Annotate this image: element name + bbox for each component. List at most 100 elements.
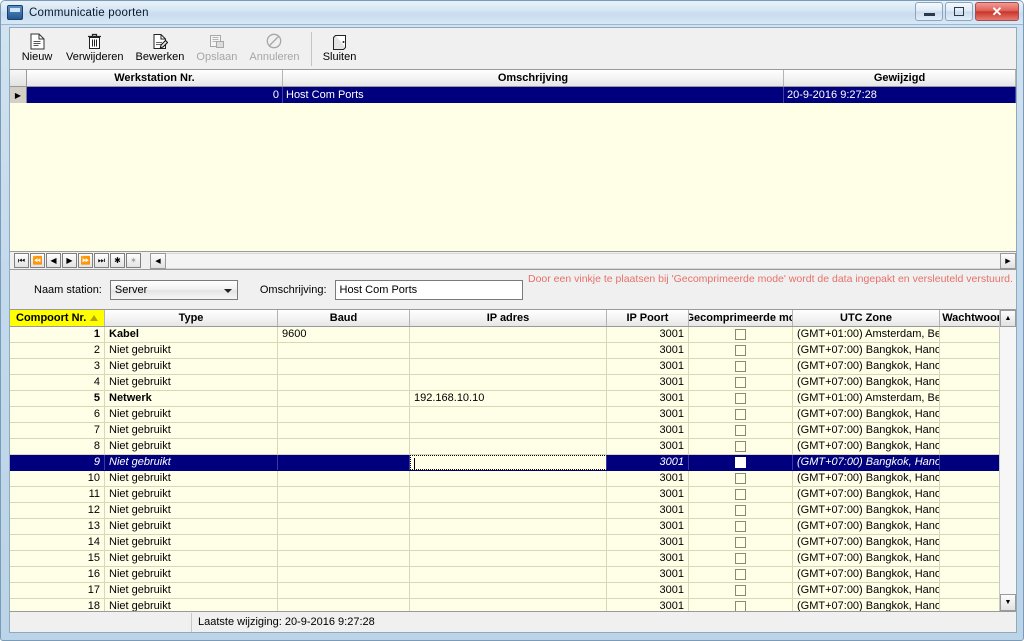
cell-baud[interactable]: [278, 407, 410, 422]
cell-ip[interactable]: [410, 567, 607, 582]
cell-ip[interactable]: [410, 375, 607, 390]
cell-nr[interactable]: 13: [10, 519, 105, 534]
table-row[interactable]: 6 Niet gebruikt 3001 (GMT+07:00) Bangkok, H…: [10, 407, 1016, 423]
cell-compressed[interactable]: [689, 375, 793, 390]
compressed-mode-checkbox[interactable]: [735, 393, 746, 404]
compressed-mode-checkbox[interactable]: [735, 441, 746, 452]
cell-baud[interactable]: [278, 487, 410, 502]
vscroll-track[interactable]: [1000, 327, 1016, 594]
table-row[interactable]: 10 Niet gebruikt 3001 (GMT+07:00) Bangkok, …: [10, 471, 1016, 487]
column-header-baud[interactable]: Baud: [278, 310, 410, 326]
table-row[interactable]: 13 Niet gebruikt 3001 (GMT+07:00) Bangkok, …: [10, 519, 1016, 535]
cell-compressed[interactable]: [689, 455, 793, 470]
cell-poort[interactable]: 3001: [607, 519, 689, 534]
cell-type[interactable]: Niet gebruikt: [105, 551, 278, 566]
cell-ip[interactable]: [410, 359, 607, 374]
cell-utc[interactable]: (GMT+07:00) Bangkok, Hanoi, Jak: [793, 519, 940, 534]
cell-type[interactable]: Niet gebruikt: [105, 519, 278, 534]
cell-baud[interactable]: [278, 375, 410, 390]
cell-baud[interactable]: [278, 583, 410, 598]
cell-poort[interactable]: 3001: [607, 535, 689, 550]
cell-utc[interactable]: (GMT+07:00) Bangkok, Hanoi, Jak: [793, 343, 940, 358]
cell-compressed[interactable]: [689, 583, 793, 598]
column-header-utc[interactable]: UTC Zone: [793, 310, 940, 326]
table-row[interactable]: 9 Niet gebruikt 3001 (GMT+07:00) Bangkok, H…: [10, 455, 1016, 471]
cell-ip[interactable]: [410, 343, 607, 358]
cell-nr[interactable]: 7: [10, 423, 105, 438]
cell-nr[interactable]: 10: [10, 471, 105, 486]
table-row[interactable]: 15 Niet gebruikt 3001 (GMT+07:00) Bangkok, …: [10, 551, 1016, 567]
cell-compressed[interactable]: [689, 439, 793, 454]
column-header-werkstation-nr[interactable]: Werkstation Nr.: [27, 70, 283, 86]
vscroll-down-arrow-icon[interactable]: ▼: [1000, 594, 1016, 611]
cell-nr[interactable]: 17: [10, 583, 105, 598]
compressed-mode-checkbox[interactable]: [735, 377, 746, 388]
cell-poort[interactable]: 3001: [607, 567, 689, 582]
cell-utc[interactable]: (GMT+07:00) Bangkok, Hanoi, Jak: [793, 375, 940, 390]
cell-utc[interactable]: (GMT+07:00) Bangkok, Hanoi, Jak: [793, 423, 940, 438]
cell-ip[interactable]: [410, 535, 607, 550]
table-row[interactable]: 2 Niet gebruikt 3001 (GMT+07:00) Bangkok, H…: [10, 343, 1016, 359]
cell-baud[interactable]: [278, 567, 410, 582]
cell-type[interactable]: Niet gebruikt: [105, 455, 278, 470]
cell-nr[interactable]: 5: [10, 391, 105, 406]
cell-poort[interactable]: 3001: [607, 407, 689, 422]
cell-utc[interactable]: (GMT+07:00) Bangkok, Hanoi, Jak: [793, 583, 940, 598]
cell-compressed[interactable]: [689, 359, 793, 374]
cell-type[interactable]: Niet gebruikt: [105, 471, 278, 486]
cell-compressed[interactable]: [689, 343, 793, 358]
workstation-grid[interactable]: Werkstation Nr. Omschrijving Gewijzigd ▶…: [10, 70, 1016, 252]
cell-utc[interactable]: (GMT+07:00) Bangkok, Hanoi, Jak: [793, 503, 940, 518]
table-row[interactable]: 11 Niet gebruikt 3001 (GMT+07:00) Bangkok, …: [10, 487, 1016, 503]
cell-ip[interactable]: [410, 503, 607, 518]
cell-nr[interactable]: 2: [10, 343, 105, 358]
cell-nr[interactable]: 18: [10, 599, 105, 611]
cell-ip[interactable]: [410, 471, 607, 486]
cell-ip[interactable]: [410, 599, 607, 611]
toolbar-button-verwijderen[interactable]: Verwijderen: [60, 30, 129, 68]
cell-ip[interactable]: [410, 327, 607, 342]
compressed-mode-checkbox[interactable]: [735, 457, 746, 468]
toolbar-button-bewerken[interactable]: Bewerken: [129, 30, 190, 68]
cell-type[interactable]: Netwerk: [105, 391, 278, 406]
cell-type[interactable]: Niet gebruikt: [105, 439, 278, 454]
cell-compressed[interactable]: [689, 423, 793, 438]
cell-compressed[interactable]: [689, 551, 793, 566]
cell-poort[interactable]: 3001: [607, 551, 689, 566]
compressed-mode-checkbox[interactable]: [735, 569, 746, 580]
vscroll-up-arrow-icon[interactable]: ▲: [1000, 310, 1016, 327]
column-header-poort[interactable]: IP Poort: [607, 310, 689, 326]
comport-grid[interactable]: Compoort Nr. Type Baud IP adres IP Poort Geco…: [10, 310, 1016, 611]
table-row[interactable]: ▶ 0 Host Com Ports 20-9-2016 9:27:28: [10, 87, 1016, 103]
cell-ip[interactable]: 192.168.10.10: [410, 391, 607, 406]
cell-poort[interactable]: 3001: [607, 583, 689, 598]
cell-nr[interactable]: 3: [10, 359, 105, 374]
cell-utc[interactable]: (GMT+01:00) Amsterdam, Berlin, B: [793, 327, 940, 342]
cell-type[interactable]: Niet gebruikt: [105, 423, 278, 438]
cell-baud[interactable]: [278, 423, 410, 438]
cell-omschrijving[interactable]: Host Com Ports: [283, 87, 784, 103]
cell-compressed[interactable]: [689, 567, 793, 582]
cell-type[interactable]: Niet gebruikt: [105, 359, 278, 374]
cell-poort[interactable]: 3001: [607, 503, 689, 518]
cell-type[interactable]: Niet gebruikt: [105, 599, 278, 611]
cell-poort[interactable]: 3001: [607, 375, 689, 390]
cell-baud[interactable]: [278, 391, 410, 406]
hscroll-track[interactable]: [166, 252, 1000, 269]
nav-next-button[interactable]: ▶: [62, 253, 77, 268]
cell-baud[interactable]: [278, 455, 410, 470]
title-bar[interactable]: Communicatie poorten ✕: [1, 1, 1023, 25]
cell-compressed[interactable]: [689, 391, 793, 406]
cell-utc[interactable]: (GMT+07:00) Bangkok, Hanoi, Jak: [793, 567, 940, 582]
cell-compressed[interactable]: [689, 407, 793, 422]
close-button[interactable]: ✕: [975, 2, 1019, 21]
cell-poort[interactable]: 3001: [607, 391, 689, 406]
column-header-ip[interactable]: IP adres: [410, 310, 607, 326]
cell-ip[interactable]: [410, 487, 607, 502]
table-row[interactable]: 5 Netwerk 192.168.10.10 3001 (GMT+01:00) Ams…: [10, 391, 1016, 407]
cell-type[interactable]: Niet gebruikt: [105, 535, 278, 550]
compressed-mode-checkbox[interactable]: [735, 537, 746, 548]
hscroll-left-arrow-icon[interactable]: ◀: [150, 252, 166, 269]
cell-ip[interactable]: [410, 423, 607, 438]
cell-poort[interactable]: 3001: [607, 599, 689, 611]
